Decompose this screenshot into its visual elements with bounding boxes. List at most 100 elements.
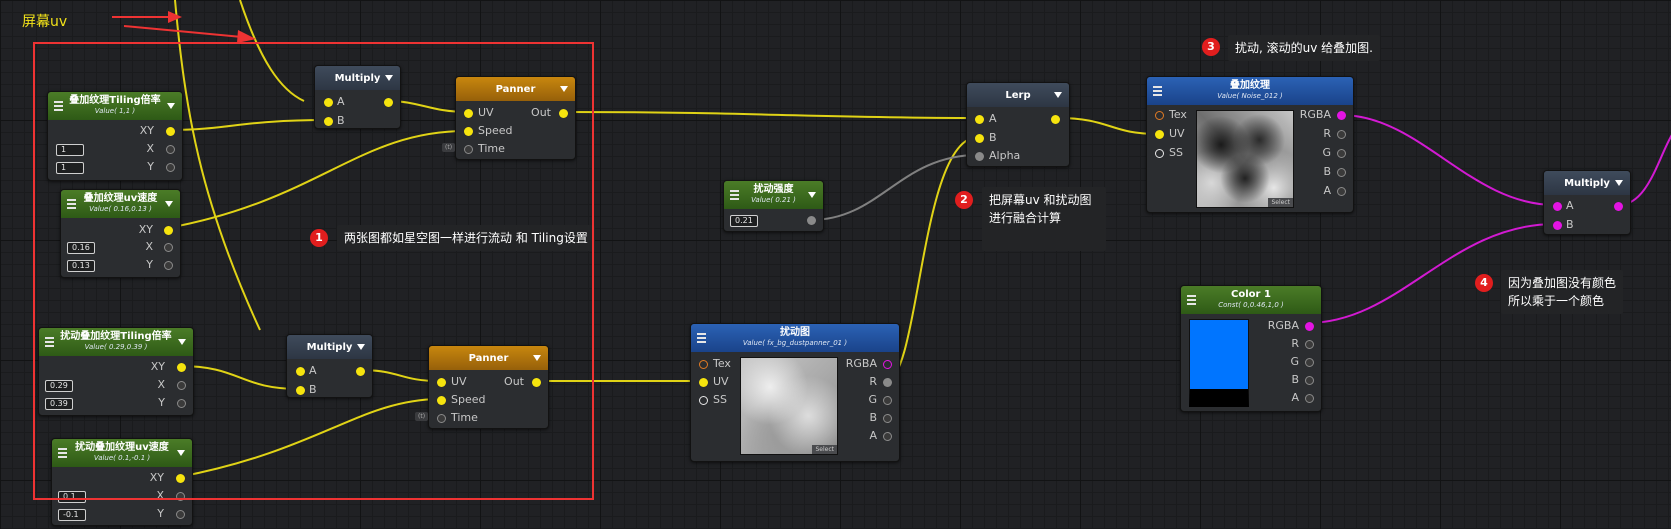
menu-icon[interactable]	[1153, 86, 1162, 96]
output-port-r[interactable]	[883, 378, 892, 387]
x-field[interactable]: 0.1	[58, 491, 86, 503]
output-port[interactable]	[807, 216, 816, 225]
node-multiply-2[interactable]: Multiply A B	[286, 334, 373, 398]
output-port[interactable]	[559, 109, 568, 118]
node-header[interactable]: 扰动叠加纹理Tiling倍率 Value( 0.29,0.39 )	[39, 328, 193, 356]
output-port[interactable]	[532, 378, 541, 387]
node-header[interactable]: Panner	[429, 346, 548, 370]
node-header[interactable]: 叠加纹理 Value( Noise_012 )	[1147, 77, 1353, 105]
collapse-caret-icon[interactable]	[178, 339, 186, 345]
texture-preview[interactable]: Select	[1196, 110, 1294, 208]
menu-icon[interactable]	[730, 190, 739, 200]
node-distort-strength[interactable]: 扰动强度 Value( 0.21 ) 0.21	[723, 180, 824, 232]
output-port-x[interactable]	[176, 492, 185, 501]
node-multiply-1[interactable]: Multiply A B	[314, 65, 401, 129]
input-port-tex[interactable]	[1155, 111, 1164, 120]
output-port-a[interactable]	[1305, 394, 1314, 403]
node-overlay-texture[interactable]: 叠加纹理 Value( Noise_012 ) Tex UV SS Select …	[1146, 76, 1354, 213]
node-header[interactable]: Panner	[456, 77, 575, 101]
input-port-a[interactable]	[975, 115, 984, 124]
select-button[interactable]: Select	[1268, 198, 1293, 207]
output-port-y[interactable]	[177, 399, 186, 408]
node-color-1[interactable]: Color 1 Const( 0,0.46,1,0 ) RGBA R G B A	[1180, 285, 1322, 412]
node-overlay-tiling[interactable]: 叠加纹理Tiling倍率 Value( 1,1 ) XY 1 X 1 Y	[47, 91, 183, 181]
input-port-b[interactable]	[296, 386, 305, 395]
output-port[interactable]	[384, 98, 393, 107]
collapse-caret-icon[interactable]	[165, 201, 173, 207]
input-port-speed[interactable]	[464, 127, 473, 136]
y-field[interactable]: -0.1	[58, 509, 86, 521]
input-port-time[interactable]	[437, 414, 446, 423]
output-port-y[interactable]	[166, 163, 175, 172]
node-distort-uv-speed[interactable]: 扰动叠加纹理uv速度 Value( 0.1,-0.1 ) XY 0.1 X -0.…	[51, 438, 193, 526]
node-header[interactable]: 扰动强度 Value( 0.21 )	[724, 181, 823, 209]
input-port-tex[interactable]	[699, 360, 708, 369]
collapse-caret-icon[interactable]	[1054, 92, 1062, 98]
output-port-a[interactable]	[883, 432, 892, 441]
input-port-ss[interactable]	[699, 396, 708, 405]
texture-preview[interactable]: Select	[740, 357, 838, 455]
output-port[interactable]	[356, 367, 365, 376]
input-port-b[interactable]	[1553, 221, 1562, 230]
menu-icon[interactable]	[58, 448, 67, 458]
menu-icon[interactable]	[45, 337, 54, 347]
input-port-a[interactable]	[296, 367, 305, 376]
output-port-g[interactable]	[1305, 358, 1314, 367]
output-port-x[interactable]	[177, 381, 186, 390]
node-header[interactable]: 扰动叠加纹理uv速度 Value( 0.1,-0.1 )	[52, 439, 192, 467]
output-port-r[interactable]	[1305, 340, 1314, 349]
output-port-r[interactable]	[1337, 130, 1346, 139]
input-port-time[interactable]	[464, 145, 473, 154]
collapse-caret-icon[interactable]	[167, 103, 175, 109]
node-overlay-uv-speed[interactable]: 叠加纹理uv速度 Value( 0.16,0.13 ) XY 0.16 X 0.1…	[60, 189, 181, 278]
output-port-rgba[interactable]	[1337, 111, 1346, 120]
node-multiply-3[interactable]: Multiply A B	[1543, 170, 1631, 235]
node-header[interactable]: Multiply	[1544, 171, 1630, 195]
node-header[interactable]: Color 1 Const( 0,0.46,1,0 )	[1181, 286, 1321, 314]
x-field[interactable]: 0.29	[45, 380, 73, 392]
value-field[interactable]: 0.21	[730, 215, 758, 227]
node-panner-1[interactable]: Panner UV Out Speed Time (t)	[442, 76, 576, 160]
output-port-a[interactable]	[1337, 187, 1346, 196]
output-port-g[interactable]	[1337, 149, 1346, 158]
output-port[interactable]	[1051, 115, 1060, 124]
node-header[interactable]: Multiply	[287, 335, 372, 359]
output-port-x[interactable]	[166, 145, 175, 154]
output-port-y[interactable]	[164, 261, 173, 270]
output-port-xy[interactable]	[177, 363, 186, 372]
menu-icon[interactable]	[54, 101, 63, 111]
output-port-xy[interactable]	[164, 226, 173, 235]
collapse-caret-icon[interactable]	[385, 75, 393, 81]
node-distort-tiling[interactable]: 扰动叠加纹理Tiling倍率 Value( 0.29,0.39 ) XY 0.29…	[38, 327, 194, 416]
output-port-b[interactable]	[1305, 376, 1314, 385]
x-field[interactable]: 0.16	[67, 242, 95, 254]
node-header[interactable]: Lerp	[967, 83, 1069, 107]
x-field[interactable]: 1	[56, 144, 84, 156]
output-port-xy[interactable]	[176, 474, 185, 483]
menu-icon[interactable]	[697, 333, 706, 343]
input-port-uv[interactable]	[437, 378, 446, 387]
collapse-caret-icon[interactable]	[357, 344, 365, 350]
input-port-ss[interactable]	[1155, 149, 1164, 158]
collapse-caret-icon[interactable]	[1615, 180, 1623, 186]
node-header[interactable]: 叠加纹理uv速度 Value( 0.16,0.13 )	[61, 190, 180, 218]
y-field[interactable]: 0.39	[45, 398, 73, 410]
output-port-b[interactable]	[883, 414, 892, 423]
collapse-caret-icon[interactable]	[808, 192, 816, 198]
color-swatch[interactable]	[1189, 319, 1249, 407]
collapse-caret-icon[interactable]	[533, 355, 541, 361]
menu-icon[interactable]	[1187, 295, 1196, 305]
node-header[interactable]: Multiply	[315, 66, 400, 90]
output-port-xy[interactable]	[166, 127, 175, 136]
collapse-caret-icon[interactable]	[560, 86, 568, 92]
y-field[interactable]: 1	[56, 162, 84, 174]
y-field[interactable]: 0.13	[67, 260, 95, 272]
output-port[interactable]	[1614, 202, 1623, 211]
select-button[interactable]: Select	[812, 445, 837, 454]
input-port-a[interactable]	[1553, 202, 1562, 211]
input-port-b[interactable]	[324, 117, 333, 126]
node-header[interactable]: 扰动图 Value( fx_bg_dustpanner_01 )	[691, 324, 899, 352]
menu-icon[interactable]	[67, 199, 76, 209]
input-port-a[interactable]	[324, 98, 333, 107]
output-port-x[interactable]	[164, 243, 173, 252]
